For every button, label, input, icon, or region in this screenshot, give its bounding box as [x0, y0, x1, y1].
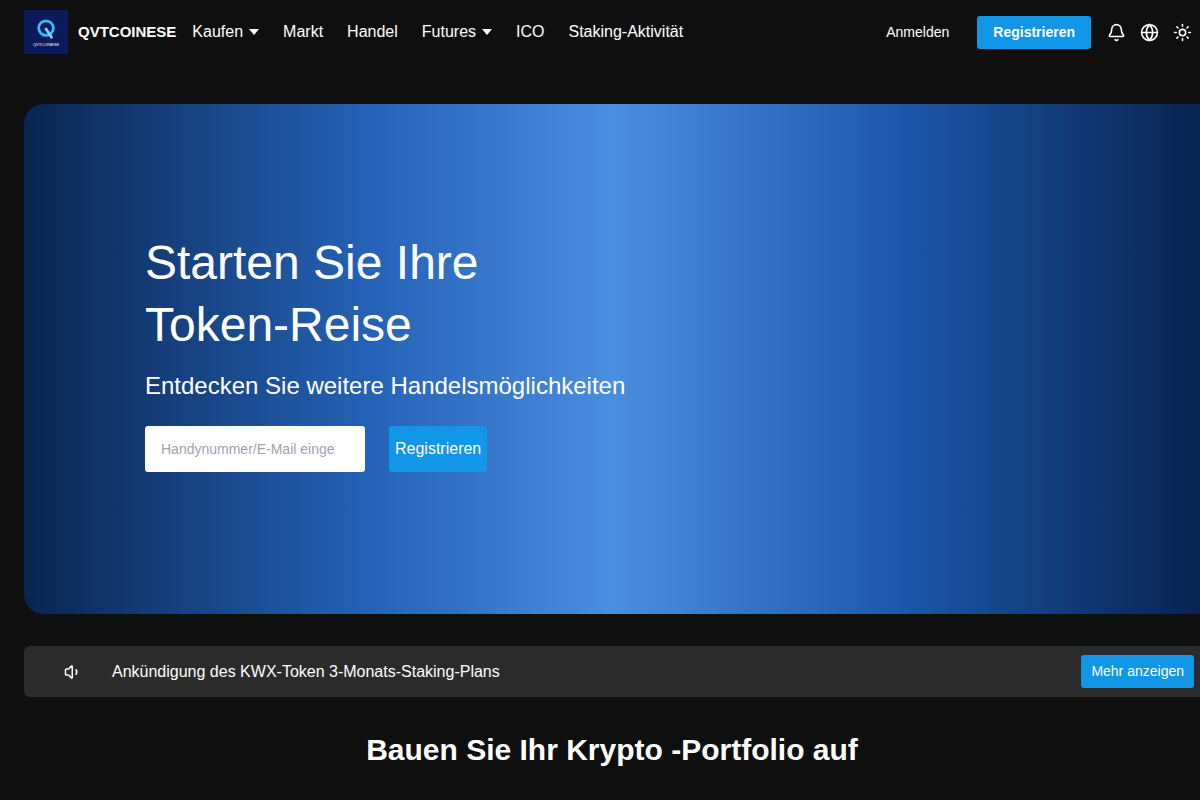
hero-subtitle: Entdecken Sie weitere Handelsmöglichkeit… — [145, 368, 1200, 404]
signup-form: Registrieren — [145, 426, 1200, 472]
caret-down-icon — [249, 29, 259, 35]
announcement-text[interactable]: Ankündigung des KWX-Token 3-Monats-Staki… — [112, 660, 500, 684]
brand-name[interactable]: QVTCOINESE — [78, 21, 176, 44]
nav-item[interactable]: Kaufen — [192, 20, 259, 44]
logo-mark-icon — [35, 18, 57, 40]
register-button[interactable]: Registrieren — [977, 16, 1091, 49]
speaker-icon — [64, 663, 82, 681]
hero-register-button[interactable]: Registrieren — [389, 426, 487, 472]
sun-icon[interactable] — [1173, 23, 1192, 42]
nav-item[interactable]: Staking-Aktivität — [568, 20, 683, 44]
page: QVTCOINESE QVTCOINESE Kaufen Markt Handel Fut… — [0, 0, 1200, 800]
announcement-bar: Ankündigung des KWX-Token 3-Monats-Staki… — [24, 646, 1200, 697]
login-link[interactable]: Anmelden — [886, 22, 949, 43]
logo[interactable]: QVTCOINESE — [24, 10, 68, 54]
contact-input[interactable] — [145, 426, 365, 472]
nav-item[interactable]: Markt — [283, 20, 323, 44]
top-bar: QVTCOINESE QVTCOINESE Kaufen Markt Handel Fut… — [0, 0, 1200, 64]
caret-down-icon — [482, 29, 492, 35]
section-title: Bauen Sie Ihr Krypto -Portfolio auf — [24, 727, 1200, 772]
show-more-button[interactable]: Mehr anzeigen — [1081, 655, 1194, 688]
logo-caption: QVTCOINESE — [33, 42, 59, 47]
nav-item[interactable]: Handel — [347, 20, 398, 44]
globe-icon[interactable] — [1140, 23, 1159, 42]
hero-title: Starten Sie IhreToken-Reise — [145, 232, 1200, 356]
main-nav: Kaufen Markt Handel Futures ICO Staking-Aktiv… — [192, 20, 683, 44]
nav-item[interactable]: Futures — [422, 20, 492, 44]
hero-banner: Starten Sie IhreToken-Reise Entdecken Sie… — [24, 104, 1200, 614]
nav-item[interactable]: ICO — [516, 20, 544, 44]
bell-icon[interactable] — [1107, 23, 1126, 42]
